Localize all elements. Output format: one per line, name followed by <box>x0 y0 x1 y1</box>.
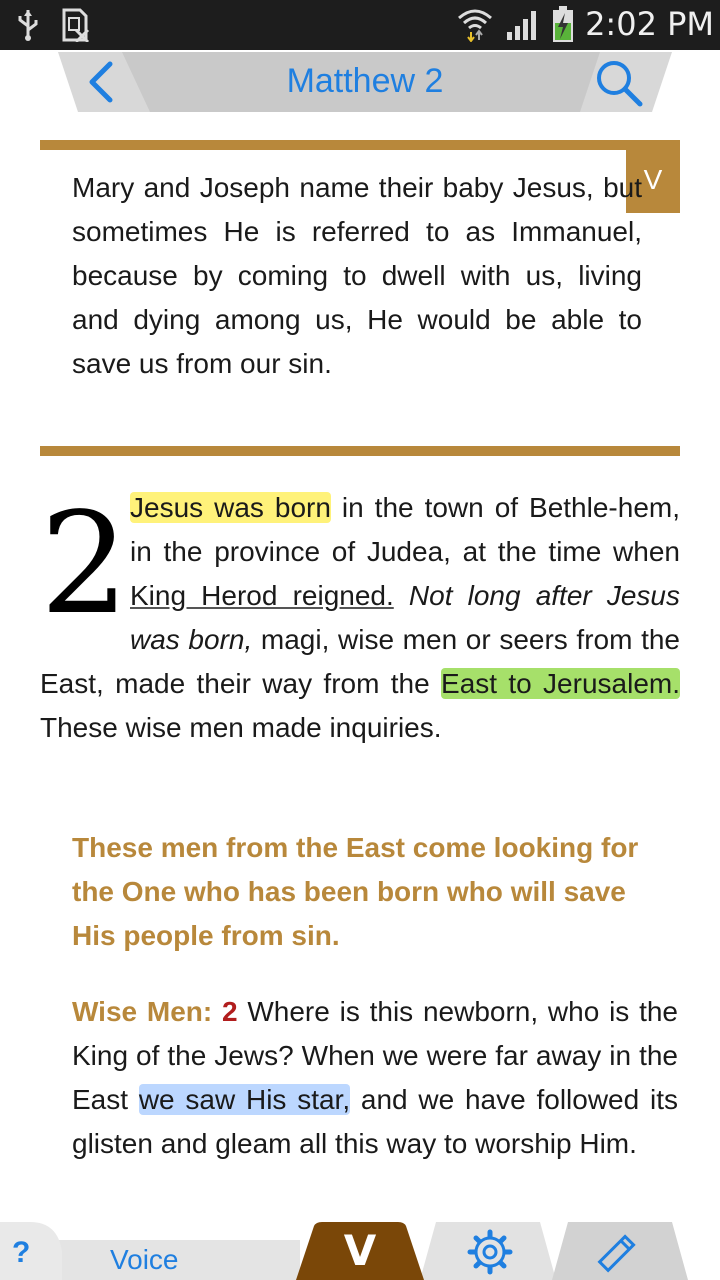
dialogue-paragraph: Wise Men: 2 Where is this newborn, who i… <box>72 990 678 1166</box>
highlight-green[interactable]: East to Jerusalem. <box>441 668 680 699</box>
highlight-blue[interactable]: we saw His star, <box>138 1084 351 1115</box>
scripture-passage: 2 Jesus was born in the town of Bethle-h… <box>40 486 680 750</box>
v-tab-button[interactable]: V <box>296 1222 424 1280</box>
gear-icon[interactable] <box>434 1222 550 1280</box>
back-button[interactable] <box>80 58 124 106</box>
help-button[interactable]: ? <box>12 1236 30 1270</box>
devotional-box: V Mary and Joseph name their baby Jesus,… <box>40 140 680 458</box>
signal-icon <box>507 11 537 40</box>
wifi-icon <box>458 9 493 42</box>
chapter-number: 2 <box>40 483 130 646</box>
bottom-toolbar: ? Voice V <box>0 1222 720 1280</box>
pencil-icon[interactable] <box>558 1222 686 1280</box>
sd-card-icon <box>62 8 90 42</box>
divider <box>40 140 680 150</box>
search-icon[interactable] <box>592 58 648 110</box>
v-tab-label: V <box>343 1226 377 1275</box>
devotional-text: Mary and Joseph name their baby Jesus, b… <box>72 172 642 379</box>
page-title: Matthew 2 <box>286 62 444 100</box>
underlined-text[interactable]: King Herod reigned. <box>130 580 394 611</box>
commentary-summary: These men from the East come looking for… <box>72 832 639 951</box>
verse-number[interactable]: 2 <box>222 996 238 1027</box>
passage-paragraph: Jesus was born in the town of Bethle-hem… <box>40 486 680 750</box>
passage-text: These wise men made inquiries. <box>40 712 442 743</box>
top-navigation: Matthew 2 <box>0 50 720 120</box>
speaker-label: Wise Men: <box>72 996 213 1027</box>
battery-charging-icon <box>553 6 574 42</box>
voice-button[interactable]: Voice <box>110 1244 179 1276</box>
passage-text <box>394 580 409 611</box>
divider <box>40 446 680 456</box>
usb-icon <box>18 10 38 41</box>
clock: 2:02 PM <box>585 5 714 43</box>
status-bar: 2:02 PM <box>0 0 720 50</box>
highlight-yellow[interactable]: Jesus was born <box>130 492 331 523</box>
